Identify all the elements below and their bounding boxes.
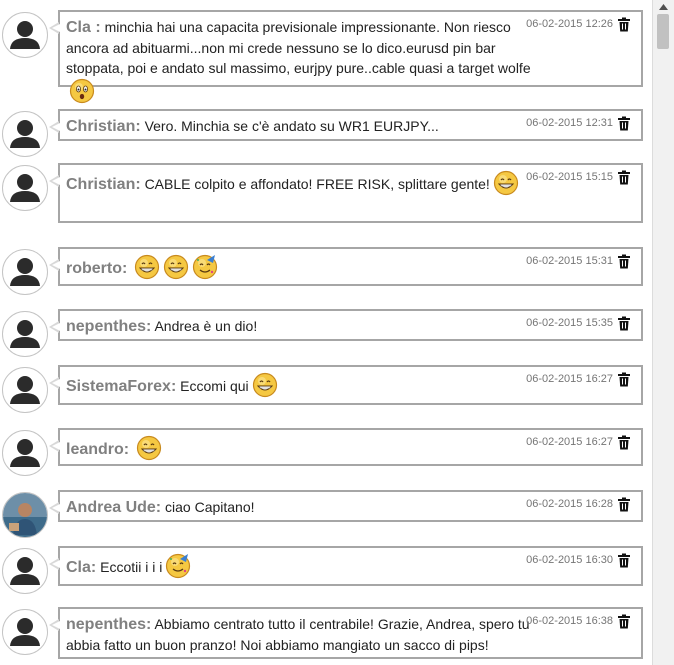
message-timestamp: 06-02-2015 16:38: [526, 615, 613, 627]
message-bubble: roberto 06-02-2015 15:31: [49, 247, 643, 286]
trash-icon[interactable]: [617, 435, 631, 450]
message-timestamp: 06-02-2015 15:31: [526, 255, 613, 267]
message-author[interactable]: Andrea Ude: [66, 499, 161, 516]
message-text: Vero. Minchia se c'è andato su WR1 EURJP…: [144, 118, 439, 134]
user-silhouette-icon[interactable]: [2, 165, 48, 211]
message-text: minchia hai una capacita previsionale im…: [66, 19, 531, 76]
user-silhouette-icon[interactable]: [2, 249, 48, 295]
message-bubble: Cla minchia hai una capacita previsional…: [49, 10, 643, 104]
message-timestamp: 06-02-2015 16:27: [526, 436, 613, 448]
message-author[interactable]: Christian: [66, 176, 141, 193]
message-author[interactable]: SistemaForex: [66, 378, 176, 395]
trash-icon[interactable]: [617, 116, 631, 131]
user-silhouette-icon[interactable]: [2, 430, 48, 476]
message-timestamp: 06-02-2015 12:31: [526, 117, 613, 129]
user-silhouette-icon[interactable]: [2, 367, 48, 413]
message-timestamp: 06-02-2015 12:26: [526, 18, 613, 30]
message-bubble: Christian CABLE colpito e affondato! FRE…: [49, 163, 643, 223]
party-emoticon-icon: [165, 553, 191, 584]
message-text: Eccomi qui: [180, 378, 249, 395]
user-silhouette-icon[interactable]: [2, 311, 48, 357]
trash-icon[interactable]: [617, 614, 631, 629]
message-bubble: Christian Vero. Minchia se c'è andato su…: [49, 109, 643, 141]
message-timestamp: 06-02-2015 16:28: [526, 498, 613, 510]
message-bubble: Cla Eccotii i i i 06-02-2015 16:30: [49, 546, 643, 586]
message-author[interactable]: Cla: [66, 19, 101, 36]
user-photo-icon[interactable]: [2, 492, 48, 538]
grin-emoticon-icon: [163, 254, 189, 285]
grin-emoticon-icon: [136, 435, 162, 466]
party-emoticon-icon: [192, 254, 218, 285]
trash-icon[interactable]: [617, 170, 631, 185]
user-silhouette-icon[interactable]: [2, 609, 48, 655]
message-text: CABLE colpito e affondato! FREE RISK, sp…: [144, 176, 490, 193]
message-text: Andrea è un dio!: [154, 318, 258, 334]
message-text: Eccotii i i i: [100, 559, 163, 576]
trash-icon[interactable]: [617, 553, 631, 568]
user-silhouette-icon[interactable]: [2, 548, 48, 594]
message-author[interactable]: roberto: [66, 260, 127, 277]
message-bubble: Andrea Ude ciao Capitano! 06-02-2015 16:2…: [49, 490, 643, 522]
grin-emoticon-icon: [134, 254, 160, 285]
chat-feed: Cla minchia hai una capacita previsional…: [0, 0, 652, 665]
surprised-emoticon-icon: [69, 78, 95, 109]
message-bubble: leandro 06-02-2015 16:27: [49, 428, 643, 466]
message-author[interactable]: nepenthes: [66, 616, 151, 633]
message-text: ciao Capitano!: [165, 499, 255, 515]
scrollbar-thumb[interactable]: [657, 14, 669, 49]
vertical-scrollbar[interactable]: [652, 0, 674, 665]
message-author[interactable]: leandro: [66, 441, 129, 458]
message-timestamp: 06-02-2015 16:27: [526, 373, 613, 385]
trash-icon[interactable]: [617, 17, 631, 32]
message-timestamp: 06-02-2015 15:15: [526, 171, 613, 183]
message-bubble: nepenthes Andrea è un dio! 06-02-2015 15:…: [49, 309, 643, 341]
message-author[interactable]: nepenthes: [66, 318, 151, 335]
grin-emoticon-icon: [252, 372, 278, 403]
message-bubble: SistemaForex Eccomi qui 06-02-2015 16:27: [49, 365, 643, 405]
message-author[interactable]: Christian: [66, 118, 141, 135]
trash-icon[interactable]: [617, 372, 631, 387]
scroll-up-arrow-icon[interactable]: [656, 2, 671, 12]
trash-icon[interactable]: [617, 316, 631, 331]
grin-emoticon-icon: [493, 170, 519, 201]
message-bubble: nepenthes Abbiamo centrato tutto il cent…: [49, 607, 643, 659]
user-silhouette-icon[interactable]: [2, 12, 48, 58]
trash-icon[interactable]: [617, 254, 631, 269]
trash-icon[interactable]: [617, 497, 631, 512]
message-timestamp: 06-02-2015 15:35: [526, 317, 613, 329]
message-timestamp: 06-02-2015 16:30: [526, 554, 613, 566]
message-author[interactable]: Cla: [66, 559, 96, 576]
user-silhouette-icon[interactable]: [2, 111, 48, 157]
